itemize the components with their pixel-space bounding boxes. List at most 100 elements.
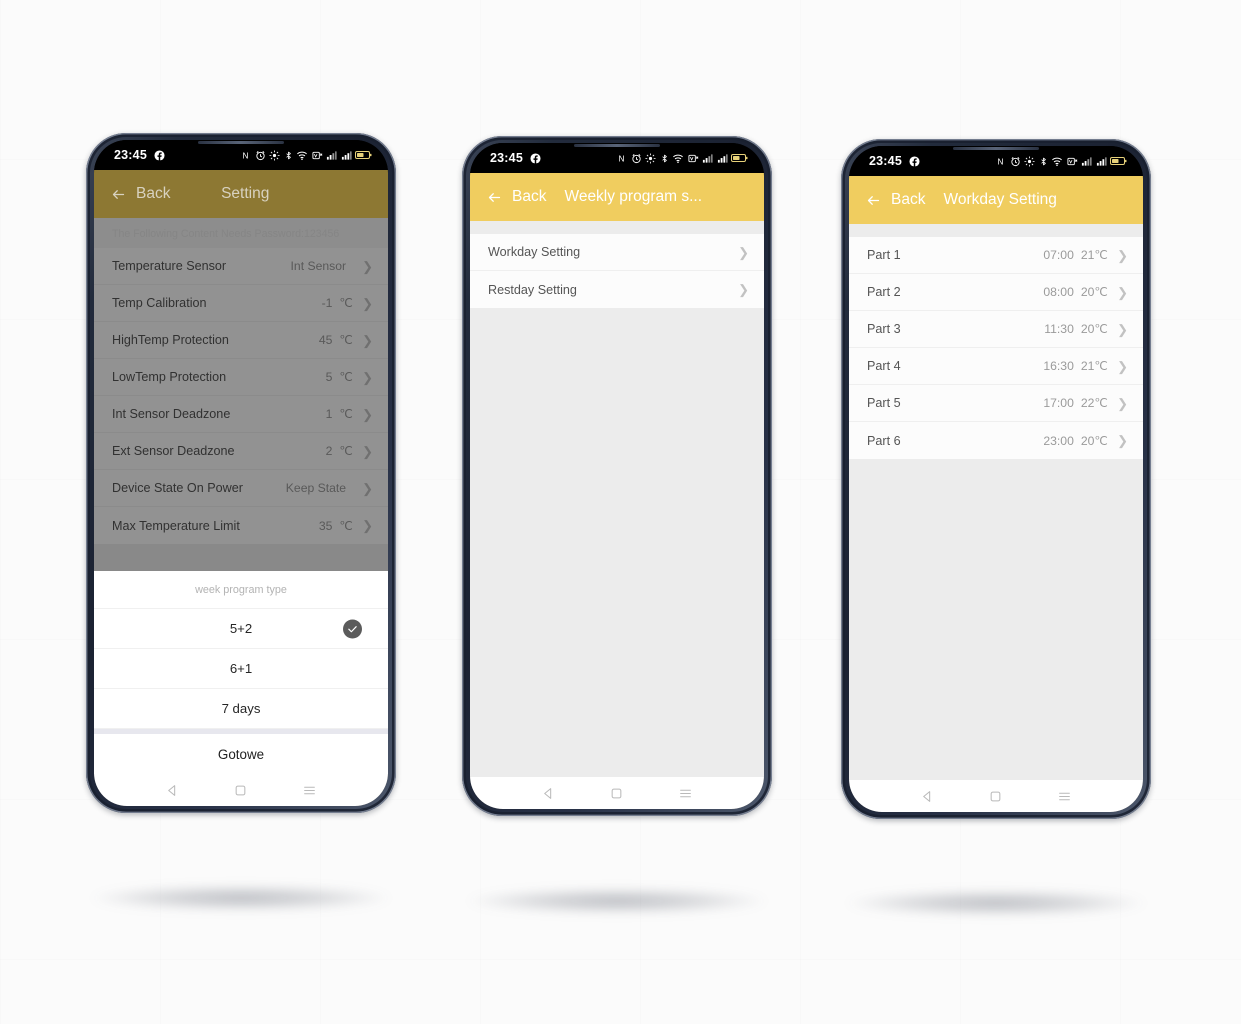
table-row[interactable]: Ext Sensor Deadzone 2 ℃ ❯ bbox=[94, 433, 388, 470]
back-triangle-icon[interactable] bbox=[531, 780, 565, 806]
row-temp: 21℃ bbox=[1080, 359, 1109, 373]
sheet-option-6plus1[interactable]: 6+1 bbox=[94, 649, 388, 689]
wifi-icon bbox=[1052, 157, 1062, 166]
back-triangle-icon[interactable] bbox=[910, 783, 944, 809]
recents-menu-icon[interactable] bbox=[293, 777, 327, 803]
chevron-right-icon: ❯ bbox=[362, 369, 373, 385]
row-value: -1 bbox=[321, 296, 333, 310]
row-value: Keep State bbox=[285, 481, 347, 495]
bluetooth-icon bbox=[1040, 157, 1046, 165]
page-title-3: Workday Setting bbox=[943, 191, 1057, 208]
status-clock: 23:45 bbox=[869, 154, 902, 168]
sheet-option-7days[interactable]: 7 days bbox=[94, 689, 388, 729]
sheet-option-label: 7 days bbox=[221, 701, 261, 716]
status-clock: 23:45 bbox=[114, 148, 147, 162]
row-time: 17:00 bbox=[1043, 396, 1074, 410]
home-square-icon[interactable] bbox=[224, 777, 258, 803]
signal-sim1-icon bbox=[702, 153, 713, 163]
table-row[interactable]: LowTemp Protection 5 ℃ ❯ bbox=[94, 359, 388, 396]
recents-menu-icon[interactable] bbox=[669, 780, 703, 806]
location-icon bbox=[645, 152, 656, 164]
row-label: Temperature Sensor bbox=[112, 259, 227, 273]
phone-shadow-2 bbox=[467, 888, 767, 914]
row-time: 16:30 bbox=[1043, 359, 1074, 373]
table-row[interactable]: Int Sensor Deadzone 1 ℃ ❯ bbox=[94, 396, 388, 433]
chevron-right-icon: ❯ bbox=[1117, 247, 1128, 263]
facebook-icon bbox=[530, 152, 541, 164]
table-row[interactable]: Temperature Sensor Int Sensor ❯ bbox=[94, 248, 388, 285]
row-label: Part 1 bbox=[867, 248, 901, 262]
system-nav-bar-2 bbox=[470, 777, 764, 809]
alarm-icon bbox=[631, 153, 641, 163]
facebook-icon bbox=[909, 155, 920, 167]
check-icon bbox=[343, 619, 362, 638]
table-row[interactable]: Part 3 11:30 20℃ ❯ bbox=[849, 311, 1143, 348]
sheet-option-5plus2[interactable]: 5+2 bbox=[94, 609, 388, 649]
table-row[interactable]: Temp Calibration -1 ℃ ❯ bbox=[94, 285, 388, 322]
row-value: 45 bbox=[318, 333, 333, 347]
home-square-icon[interactable] bbox=[600, 780, 634, 806]
signal-sim1-icon bbox=[326, 150, 337, 160]
table-row[interactable]: Part 2 08:00 20℃ ❯ bbox=[849, 274, 1143, 311]
phone-shadow-3 bbox=[846, 890, 1146, 916]
earpiece-speaker-icon bbox=[953, 147, 1039, 150]
phone-device-3: 23:45 N Back Workday Setting Part 1 07:0… bbox=[841, 139, 1151, 819]
chevron-right-icon: ❯ bbox=[1117, 395, 1128, 411]
wifi-icon bbox=[297, 151, 307, 160]
row-unit: ℃ bbox=[339, 333, 354, 347]
signal-sim2-icon bbox=[717, 153, 728, 163]
content-gap bbox=[849, 224, 1143, 237]
row-temp: 20℃ bbox=[1080, 285, 1109, 299]
table-row[interactable]: Device State On Power Keep State ❯ bbox=[94, 470, 388, 507]
back-triangle-icon[interactable] bbox=[155, 777, 189, 803]
svg-text:N: N bbox=[998, 157, 1004, 166]
page-content-3: Part 1 07:00 21℃ ❯ Part 2 08:00 20℃ ❯ Part 3 11… bbox=[849, 224, 1143, 780]
row-label: Part 6 bbox=[867, 433, 901, 448]
row-value: 5 bbox=[325, 370, 333, 384]
table-row[interactable]: Part 1 07:00 21℃ ❯ bbox=[849, 237, 1143, 274]
back-button-1[interactable]: Back bbox=[110, 185, 170, 203]
back-button-2[interactable]: Back bbox=[486, 188, 546, 206]
page-content-2: Workday Setting ❯ Restday Setting ❯ bbox=[470, 221, 764, 777]
chevron-right-icon: ❯ bbox=[738, 244, 749, 260]
chevron-right-icon: ❯ bbox=[362, 295, 373, 311]
table-row[interactable]: Max Temperature Limit 35 ℃ ❯ bbox=[94, 507, 388, 544]
row-label: Int Sensor Deadzone bbox=[112, 407, 231, 421]
location-icon bbox=[269, 149, 280, 161]
row-value: 2 bbox=[325, 444, 333, 458]
chevron-right-icon: ❯ bbox=[362, 518, 373, 533]
done-button[interactable]: Gotowe bbox=[94, 734, 388, 774]
system-nav-bar-3 bbox=[849, 780, 1143, 812]
status-bar-2: 23:45 N bbox=[470, 143, 764, 173]
recents-menu-icon[interactable] bbox=[1048, 783, 1082, 809]
earpiece-speaker-icon bbox=[574, 144, 660, 147]
row-value: 35 bbox=[318, 518, 333, 533]
list-item[interactable]: Restday Setting ❯ bbox=[470, 271, 764, 308]
nfc-icon: N bbox=[998, 157, 1004, 166]
table-row[interactable]: HighTemp Protection 45 ℃ ❯ bbox=[94, 322, 388, 359]
page-title-2: Weekly program s... bbox=[564, 188, 703, 205]
table-row[interactable]: Part 5 17:00 22℃ ❯ bbox=[849, 385, 1143, 422]
row-label: HighTemp Protection bbox=[112, 333, 229, 347]
row-label: Part 2 bbox=[867, 285, 901, 299]
row-value: 1 bbox=[325, 407, 333, 421]
sheet-option-label: 6+1 bbox=[229, 661, 253, 676]
facebook-icon bbox=[154, 149, 165, 161]
row-label: Part 4 bbox=[867, 359, 901, 373]
sheet-option-label: 5+2 bbox=[229, 621, 253, 636]
battery-icon bbox=[731, 154, 748, 162]
row-temp: 22℃ bbox=[1080, 396, 1109, 410]
row-unit: ℃ bbox=[339, 296, 354, 310]
volte-icon bbox=[1066, 157, 1077, 165]
alarm-icon bbox=[1010, 156, 1020, 166]
phone-screen-1: 23:45 N Back Setting The Following Conte… bbox=[94, 140, 388, 806]
back-button-3[interactable]: Back bbox=[865, 191, 925, 209]
home-square-icon[interactable] bbox=[979, 783, 1013, 809]
row-label: Temp Calibration bbox=[112, 296, 207, 310]
row-label: LowTemp Protection bbox=[112, 370, 227, 384]
list-item[interactable]: Workday Setting ❯ bbox=[470, 234, 764, 271]
settings-list: Temperature Sensor Int Sensor ❯ Temp Calib… bbox=[94, 248, 388, 544]
table-row[interactable]: Part 6 23:00 20℃ ❯ bbox=[849, 422, 1143, 459]
table-row[interactable]: Part 4 16:30 21℃ ❯ bbox=[849, 348, 1143, 385]
row-unit: ℃ bbox=[339, 370, 354, 384]
